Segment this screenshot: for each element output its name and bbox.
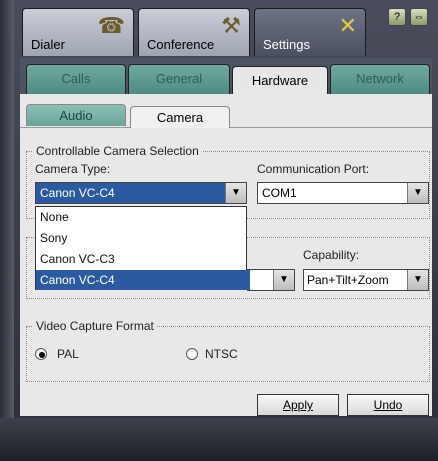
tab-camera-label: Camera xyxy=(156,110,204,125)
ntsc-label: NTSC xyxy=(205,347,238,361)
tab-calls-label: Calls xyxy=(61,71,91,86)
tab-camera[interactable]: Camera xyxy=(130,106,230,128)
capability-label: Capability: xyxy=(303,248,360,262)
tab-general-label: General xyxy=(155,71,203,86)
camera-type-label: Camera Type: xyxy=(35,162,111,176)
camera-type-value: Canon VC-C4 xyxy=(40,186,115,200)
tab-conference-label: Conference xyxy=(147,37,215,52)
tab-audio-label: Audio xyxy=(59,108,93,123)
tools-icon: ✕ xyxy=(338,13,357,38)
dropdown-option-canon-vc-c3[interactable]: Canon VC-C3 xyxy=(36,249,250,269)
port-label: Communication Port: xyxy=(257,162,370,176)
dropdown-option-none[interactable]: None xyxy=(36,207,250,227)
tab-network[interactable]: Network xyxy=(330,64,430,94)
window-left-edge xyxy=(0,0,14,461)
tab-settings-label: Settings xyxy=(263,37,310,52)
tab-hardware-label: Hardware xyxy=(251,73,309,88)
capability-select[interactable]: Pan+Tilt+Zoom ▼ xyxy=(303,269,429,291)
pal-radio[interactable] xyxy=(35,348,47,360)
tab-general[interactable]: General xyxy=(128,64,230,94)
dropdown-option-canon-vc-c4[interactable]: Canon VC-C4 xyxy=(36,270,250,290)
port-select[interactable]: COM1 ▼ xyxy=(257,182,429,204)
port-value: COM1 xyxy=(262,186,297,200)
tab-dialer-label: Dialer xyxy=(31,37,65,52)
window-bottom-edge xyxy=(0,418,438,461)
chevron-down-icon[interactable]: ▼ xyxy=(407,183,428,203)
gavel-icon: ⚒ xyxy=(221,13,241,38)
exit-icon: ⇔ xyxy=(413,11,425,23)
undo-button[interactable]: Undo xyxy=(347,394,429,416)
dropdown-option-sony[interactable]: Sony xyxy=(36,228,250,248)
chevron-down-icon[interactable]: ▼ xyxy=(407,270,428,290)
hidden-select[interactable]: ▼ xyxy=(247,269,295,291)
tab-hardware[interactable]: Hardware xyxy=(232,66,328,96)
video-capture-title: Video Capture Format xyxy=(33,319,157,333)
phone-icon: ☎ xyxy=(97,13,125,38)
tab-calls[interactable]: Calls xyxy=(26,64,126,94)
chevron-down-icon[interactable]: ▼ xyxy=(225,183,246,203)
camera-type-dropdown: None Sony Canon VC-C3 Canon VC-C4 xyxy=(35,206,250,290)
help-button[interactable]: ? xyxy=(388,8,406,26)
undo-label: Undo xyxy=(373,398,403,412)
tab-network-label: Network xyxy=(356,71,404,86)
tab-conference[interactable]: ⚒ Conference xyxy=(138,8,250,56)
tab-dialer[interactable]: ☎ Dialer xyxy=(22,8,134,56)
pal-label: PAL xyxy=(57,347,79,361)
ntsc-radio[interactable] xyxy=(186,348,198,360)
apply-label: Apply xyxy=(282,398,314,412)
camera-selection-title: Controllable Camera Selection xyxy=(33,144,202,158)
tab-settings[interactable]: ✕ Settings xyxy=(254,8,366,56)
capability-value: Pan+Tilt+Zoom xyxy=(307,273,389,287)
chevron-down-icon[interactable]: ▼ xyxy=(273,270,294,290)
apply-button[interactable]: Apply xyxy=(257,394,339,416)
help-icon: ? xyxy=(393,11,401,23)
camera-type-select[interactable]: Canon VC-C4 ▼ xyxy=(35,182,247,204)
tab-audio[interactable]: Audio xyxy=(26,104,126,126)
exit-button[interactable]: ⇔ xyxy=(410,8,428,26)
